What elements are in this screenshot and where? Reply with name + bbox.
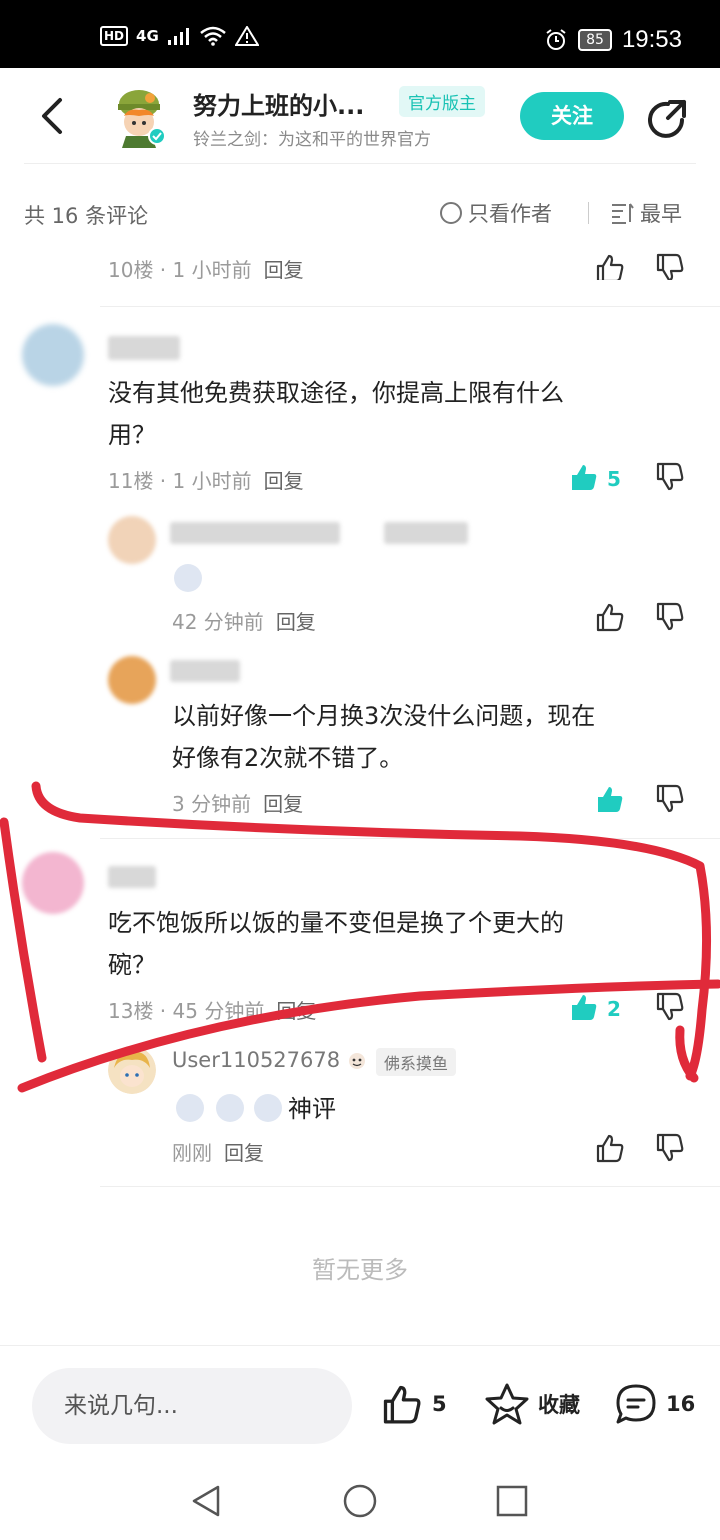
sort-label: 最早 bbox=[640, 202, 682, 226]
comment-input[interactable]: 来说几句... bbox=[32, 1368, 352, 1444]
star-icon bbox=[485, 1383, 529, 1425]
comments-button[interactable]: 16 bbox=[614, 1382, 695, 1426]
author-avatar[interactable] bbox=[110, 86, 168, 148]
comment-meta: 10楼 · 1 小时前 bbox=[108, 258, 252, 280]
sort-icon bbox=[612, 203, 634, 224]
thumbs-up-sticker-icon bbox=[174, 564, 202, 592]
like-count: 2 bbox=[607, 997, 621, 1021]
reply-meta: 刚刚 bbox=[172, 1141, 212, 1165]
comment-text-line: 用？ bbox=[108, 421, 156, 449]
reply-text: 神评 bbox=[288, 1095, 336, 1123]
only-author-label: 只看作者 bbox=[468, 202, 552, 226]
collect-label: 收藏 bbox=[538, 1393, 580, 1417]
thumbs-up-icon[interactable] bbox=[594, 601, 626, 633]
like-post-count: 5 bbox=[432, 1392, 447, 1416]
official-moderator-badge: 官方版主 bbox=[399, 86, 485, 117]
thumbs-down-icon[interactable] bbox=[654, 783, 686, 815]
divider bbox=[100, 1186, 720, 1187]
system-nav-bar bbox=[0, 1467, 720, 1540]
comments-count: 16 bbox=[666, 1392, 696, 1416]
bottom-action-bar: 来说几句... 5 收藏 16 bbox=[0, 1345, 720, 1467]
thumbs-up-active-icon[interactable] bbox=[594, 783, 626, 815]
thumbs-up-active-icon[interactable] bbox=[568, 461, 600, 493]
reply-button[interactable]: 回复 bbox=[224, 1141, 264, 1165]
comment-text-line: 碗？ bbox=[108, 951, 156, 979]
comment-meta: 13楼 · 45 分钟前 bbox=[108, 999, 265, 1023]
nav-home-icon[interactable] bbox=[342, 1483, 378, 1519]
thumbs-up-sticker-icon bbox=[254, 1094, 282, 1122]
reply-button[interactable]: 回复 bbox=[276, 610, 316, 634]
level-icon bbox=[349, 1053, 365, 1069]
replier-name-blurred bbox=[170, 660, 240, 682]
replier-name-blurred bbox=[170, 522, 340, 544]
replier-avatar[interactable] bbox=[108, 1046, 156, 1094]
reply-button[interactable]: 回复 bbox=[276, 999, 316, 1023]
comment-meta: 11楼 · 1 小时前 bbox=[108, 469, 252, 493]
clock: 19:53 bbox=[621, 26, 682, 53]
replier-name[interactable]: User110527678 bbox=[172, 1048, 340, 1072]
thumbs-up-sticker-icon bbox=[216, 1094, 244, 1122]
thumbs-down-icon[interactable] bbox=[654, 991, 686, 1023]
commenter-avatar[interactable] bbox=[22, 852, 84, 914]
author-name[interactable]: 努力上班的小... bbox=[193, 86, 364, 121]
reply-text-line: 以前好像一个月换3次没什么问题，现在 bbox=[172, 702, 596, 730]
replier-avatar[interactable] bbox=[108, 516, 156, 564]
comment-10-partial: 10楼 · 1 小时前 回复 bbox=[0, 240, 720, 280]
collect-button[interactable]: 收藏 bbox=[484, 1382, 580, 1426]
only-author-toggle[interactable]: 只看作者 bbox=[440, 198, 552, 228]
alarm-icon bbox=[546, 29, 566, 50]
replier-avatar[interactable] bbox=[108, 656, 156, 704]
network-label: 4G bbox=[136, 27, 159, 45]
reply-button[interactable]: 回复 bbox=[264, 258, 304, 280]
comment-bubble-icon bbox=[616, 1384, 656, 1424]
thumbs-up-active-icon[interactable] bbox=[568, 991, 600, 1023]
back-icon[interactable] bbox=[34, 96, 68, 136]
divider bbox=[100, 838, 720, 839]
wifi-icon bbox=[199, 26, 226, 46]
sort-button[interactable]: 最早 bbox=[610, 198, 682, 228]
commenter-name-blurred bbox=[108, 866, 156, 888]
replier-tag-blurred bbox=[384, 522, 468, 544]
nav-back-icon[interactable] bbox=[188, 1483, 224, 1519]
status-bar: HD 4G 85 19:53 bbox=[0, 0, 720, 68]
header-divider bbox=[24, 163, 696, 164]
commenter-name-blurred bbox=[108, 336, 180, 360]
like-count: 5 bbox=[607, 467, 621, 491]
comment-filter-bar: 共 16 条评论 只看作者 最早 bbox=[0, 188, 720, 238]
divider bbox=[100, 306, 720, 307]
nav-recents-icon[interactable] bbox=[494, 1483, 530, 1519]
reply-button[interactable]: 回复 bbox=[263, 792, 303, 816]
follow-button[interactable]: 关注 bbox=[520, 92, 624, 140]
signal-icon bbox=[167, 28, 189, 45]
comment-text-line: 没有其他免费获取途径，你提高上限有什么 bbox=[108, 379, 564, 407]
commenter-avatar[interactable] bbox=[22, 324, 84, 386]
thumbs-down-icon[interactable] bbox=[654, 461, 686, 493]
comment-text-line: 吃不饱饭所以饭的量不变但是换了个更大的 bbox=[108, 909, 564, 937]
comment-count: 共 16 条评论 bbox=[24, 204, 149, 228]
post-header: 努力上班的小... 官方版主 铃兰之剑：为这和平的世界官方 关注 bbox=[0, 68, 720, 164]
battery-icon: 85 bbox=[578, 29, 612, 51]
no-more-label: 暂无更多 bbox=[312, 1256, 408, 1284]
thumbs-down-icon[interactable] bbox=[654, 601, 686, 633]
radio-icon bbox=[440, 202, 462, 224]
share-icon[interactable] bbox=[646, 98, 688, 140]
author-subtitle: 铃兰之剑：为这和平的世界官方 bbox=[193, 130, 431, 150]
hd-icon: HD bbox=[100, 26, 129, 46]
warning-icon bbox=[234, 26, 259, 46]
thumbs-up-sticker-icon bbox=[176, 1094, 204, 1122]
thumbs-up-icon[interactable] bbox=[594, 1132, 626, 1164]
thumbs-up-icon bbox=[383, 1385, 421, 1424]
thumbs-down-icon[interactable] bbox=[654, 252, 686, 280]
reply-meta: 3 分钟前 bbox=[172, 792, 252, 816]
thumbs-up-icon[interactable] bbox=[594, 252, 626, 280]
divider bbox=[588, 202, 589, 224]
user-tag-badge: 佛系摸鱼 bbox=[376, 1048, 457, 1076]
reply-meta: 42 分钟前 bbox=[172, 610, 264, 634]
reply-text-line: 好像有2次就不错了。 bbox=[172, 744, 404, 772]
thumbs-down-icon[interactable] bbox=[654, 1132, 686, 1164]
like-post-button[interactable]: 5 bbox=[380, 1382, 447, 1426]
reply-button[interactable]: 回复 bbox=[264, 469, 304, 493]
